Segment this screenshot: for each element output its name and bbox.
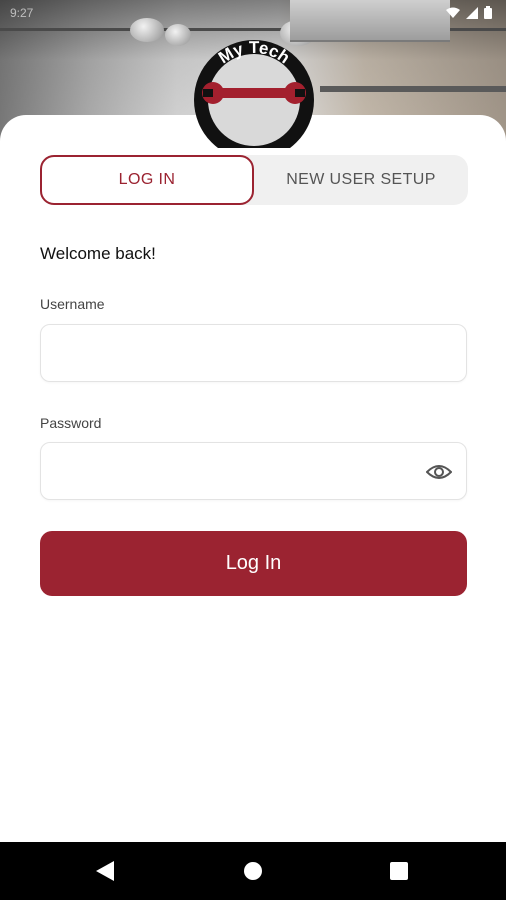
tab-new-user-setup[interactable]: NEW USER SETUP	[254, 155, 468, 205]
eye-icon[interactable]	[425, 460, 453, 484]
battery-icon	[484, 6, 492, 22]
password-field-container	[40, 442, 467, 500]
range-hood	[290, 0, 450, 42]
password-input[interactable]	[41, 443, 466, 499]
back-triangle-icon[interactable]	[75, 842, 135, 900]
welcome-heading: Welcome back!	[40, 244, 156, 263]
home-circle-icon[interactable]	[223, 842, 283, 900]
status-time: 9:27	[10, 6, 34, 20]
username-label: Username	[40, 296, 105, 312]
my-tech-logo: My Tech	[193, 38, 315, 160]
username-field-container	[40, 324, 467, 382]
auth-tabs: LOG IN NEW USER SETUP	[40, 155, 468, 205]
hanging-pot	[165, 24, 191, 46]
password-label: Password	[40, 415, 102, 431]
recents-square-icon[interactable]	[369, 842, 429, 900]
wall-shelf	[320, 86, 506, 92]
tab-log-in[interactable]: LOG IN	[40, 155, 254, 205]
username-input[interactable]	[41, 325, 466, 381]
wifi-icon	[446, 7, 460, 22]
system-navigation-bar	[0, 842, 506, 900]
hanging-pot	[130, 18, 164, 42]
signal-icon	[466, 6, 478, 22]
log-in-button[interactable]: Log In	[40, 531, 467, 596]
status-icons	[446, 6, 492, 22]
